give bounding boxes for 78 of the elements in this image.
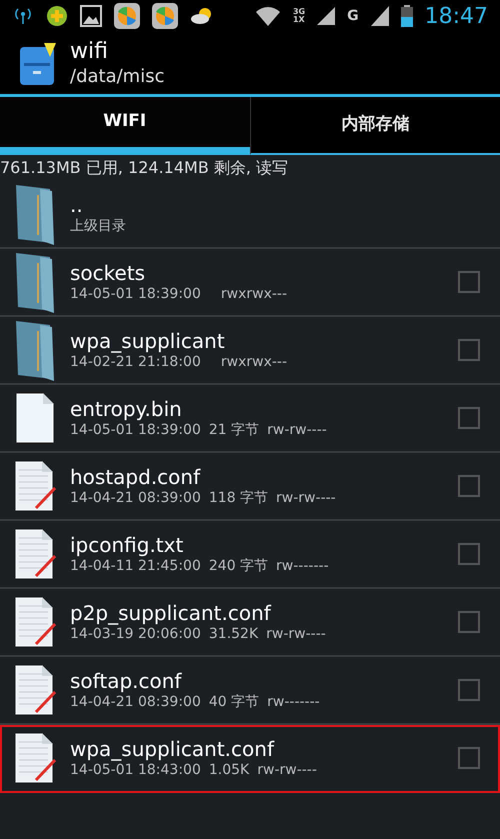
file-date: 14-04-11 21:45:00 [70, 558, 201, 576]
file-permissions: rw-rw---- [267, 422, 327, 440]
file-name: entropy.bin [70, 396, 183, 422]
file-row[interactable]: p2p_supplicant.conf 14-03-19 20:06:00 31.52K rw-rw---- [0, 589, 500, 657]
file-permissions: rw-rw---- [257, 762, 317, 780]
signal-icon [370, 6, 389, 26]
text-file-icon [14, 460, 56, 512]
folder-icon [14, 183, 56, 245]
wifi-icon [254, 6, 281, 26]
folder-path: /data/misc [70, 66, 164, 88]
network-type-label: 3G [292, 8, 306, 16]
plus-badge-icon [46, 5, 68, 27]
document-icon [15, 392, 55, 444]
text-file-icon [14, 664, 56, 716]
file-date: 14-05-01 18:43:00 [70, 762, 201, 780]
text-file-icon [14, 528, 56, 580]
broadcast-icon [12, 7, 34, 25]
file-size: 40 字节 [208, 694, 260, 712]
file-name: ipconfig.txt [70, 532, 184, 558]
weather-icon [190, 6, 214, 26]
file-name: wpa_supplicant.conf [70, 736, 276, 762]
file-size: 1.05K [208, 762, 250, 780]
file-size: 240 字节 [208, 558, 268, 576]
file-permissions: rw------- [267, 694, 320, 712]
checkbox[interactable] [458, 407, 480, 429]
file-date: 14-05-01 18:39:00 [70, 422, 201, 440]
file-row[interactable]: wpa_supplicant 14-02-21 21:18:00 rwxrwx--- [0, 317, 500, 385]
file-permissions: rwxrwx--- [220, 286, 288, 304]
checkbox[interactable] [458, 747, 480, 769]
folder-icon [14, 251, 56, 313]
file-name: sockets [70, 260, 146, 286]
file-name: wpa_supplicant [70, 328, 226, 354]
file-date: 14-02-21 21:18:00 [70, 354, 201, 372]
signal-icon [317, 7, 336, 25]
checkbox[interactable] [458, 543, 480, 565]
tab[interactable]: 内部存储 [250, 97, 500, 155]
checkbox[interactable] [458, 339, 480, 361]
checkbox[interactable] [458, 611, 480, 633]
file-size: 21 字节 [208, 422, 260, 440]
file-permissions: rw------- [276, 558, 329, 576]
file-permissions: rw-rw---- [276, 490, 336, 508]
checkbox[interactable] [458, 679, 480, 701]
app-icon [114, 3, 140, 29]
image-icon [80, 5, 102, 27]
file-size: 31.52K [208, 626, 258, 644]
file-name: hostapd.conf [70, 464, 202, 490]
checkbox[interactable] [458, 271, 480, 293]
text-file-icon [14, 596, 56, 648]
file-date: 14-03-19 20:06:00 [70, 626, 201, 644]
file-row[interactable]: wpa_supplicant.conf 14-05-01 18:43:00 1.05K rw-rw---- [0, 725, 500, 793]
file-row[interactable]: ipconfig.txt 14-04-11 21:45:00 240 字节 rw------- [0, 521, 500, 589]
file-name: softap.conf [70, 668, 183, 694]
storage-info: 761.13MB 已用, 124.14MB 剩余, 读写 [0, 157, 290, 179]
file-cabinet-icon [20, 41, 58, 85]
file-size: 118 字节 [208, 490, 268, 508]
file-row[interactable]: .. 上级目录 [0, 181, 500, 249]
signal-label: G [347, 6, 359, 26]
file-row[interactable]: entropy.bin 14-05-01 18:39:00 21 字节 rw-rw---- [0, 385, 500, 453]
folder-title: wifi [70, 38, 109, 66]
file-date: 14-04-21 08:39:00 [70, 490, 201, 508]
network-type-label: 1X [292, 16, 306, 24]
folder-icon [14, 319, 56, 381]
clock: 18:47 [424, 2, 488, 30]
tab[interactable]: WIFI [0, 97, 250, 155]
file-row[interactable]: softap.conf 14-04-21 08:39:00 40 字节 rw------- [0, 657, 500, 725]
file-name: p2p_supplicant.conf [70, 600, 272, 626]
file-row[interactable]: sockets 14-05-01 18:39:00 rwxrwx--- [0, 249, 500, 317]
file-name: .. [70, 192, 84, 218]
file-date: 14-04-21 08:39:00 [70, 694, 201, 712]
file-permissions: rw-rw---- [266, 626, 326, 644]
file-date: 14-05-01 18:39:00 [70, 286, 201, 304]
text-file-icon [14, 732, 56, 784]
app-icon [152, 3, 178, 29]
file-detail: 上级目录 [70, 218, 126, 236]
file-row[interactable]: hostapd.conf 14-04-21 08:39:00 118 字节 rw-rw---- [0, 453, 500, 521]
battery-icon [400, 5, 413, 27]
file-permissions: rwxrwx--- [220, 354, 288, 372]
checkbox[interactable] [458, 475, 480, 497]
